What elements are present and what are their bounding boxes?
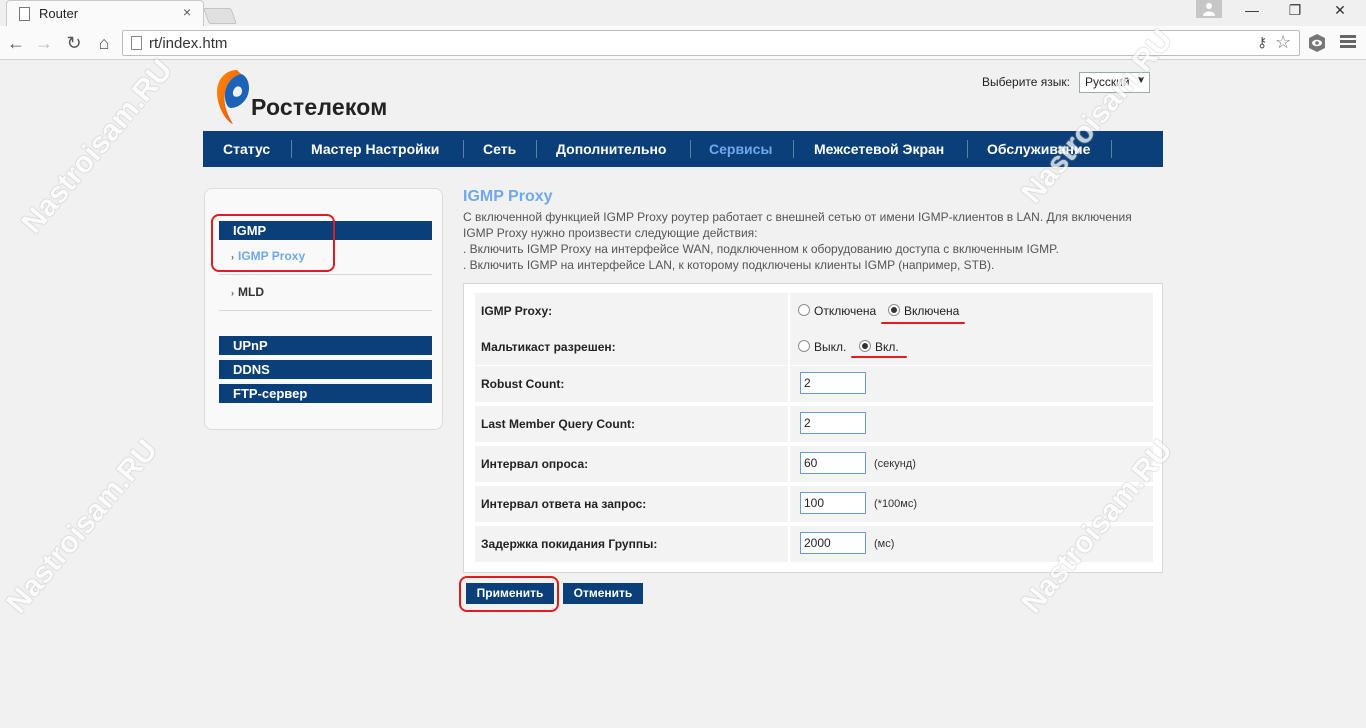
- restore-button[interactable]: ❐: [1275, 2, 1315, 22]
- nav-separator: [690, 140, 691, 158]
- description-line: . Включить IGMP Proxy на интерфейсе WAN,…: [463, 242, 1059, 256]
- highlight-frame: [211, 214, 335, 272]
- window-close-button[interactable]: ✕: [1320, 2, 1360, 22]
- page-icon: [19, 7, 30, 21]
- back-icon[interactable]: ←: [4, 31, 28, 55]
- radio-label: Выкл.: [814, 340, 847, 354]
- nav-firewall[interactable]: Межсетевой Экран: [814, 131, 944, 167]
- new-tab-button[interactable]: [203, 8, 237, 24]
- field-value-cell: Отключена Включена: [788, 293, 1153, 329]
- field-label: Robust Count:: [481, 377, 565, 391]
- unit-label: (мс): [874, 538, 895, 550]
- unit-label: (секунд): [874, 458, 916, 470]
- minimize-button[interactable]: —: [1232, 2, 1272, 22]
- url-text[interactable]: rt/index.htm: [149, 35, 227, 52]
- description-line: IGMP Proxy нужно произвести следующие де…: [463, 226, 758, 240]
- nav-separator: [793, 140, 794, 158]
- field-value-cell: 2: [788, 366, 1153, 402]
- nav-separator: [1111, 140, 1112, 158]
- form-row-query-interval: Интервал опроса: 60 (секунд): [475, 446, 1153, 482]
- description-line: С включенной функцией IGMP Proxy роутер …: [463, 210, 1132, 224]
- radio-icon[interactable]: [798, 304, 810, 316]
- radio-label: Отключена: [814, 304, 877, 318]
- radio-label: Вкл.: [875, 340, 899, 354]
- igmp-settings-form: IGMP Proxy: Отключена Включена Мальтикас…: [463, 283, 1163, 573]
- query-interval-input[interactable]: 60: [800, 452, 866, 474]
- watermark: Nastroisam.RU: [15, 53, 179, 240]
- nav-status[interactable]: Статус: [223, 131, 270, 167]
- radio-label: Включена: [904, 304, 960, 318]
- form-row-igmp-proxy: IGMP Proxy: Отключена Включена: [475, 293, 1153, 329]
- field-label: IGMP Proxy:: [481, 304, 553, 318]
- igmp-proxy-on-radio[interactable]: Включена: [888, 304, 959, 318]
- field-label: Задержка покидания Группы:: [481, 537, 658, 551]
- field-value-cell: 2: [788, 406, 1153, 442]
- menu-icon[interactable]: [1338, 33, 1358, 53]
- user-icon[interactable]: [1196, 0, 1222, 18]
- tab-title: Router: [39, 6, 79, 21]
- nav-separator: [536, 140, 537, 158]
- reload-icon[interactable]: ↻: [62, 31, 86, 55]
- field-label: Мальтикаст разрешен:: [481, 340, 616, 354]
- nav-separator: [967, 140, 968, 158]
- description-line: . Включить IGMP на интерфейсе LAN, к кот…: [463, 258, 995, 272]
- radio-checked-icon[interactable]: [888, 304, 900, 316]
- form-row-robust-count: Robust Count: 2: [475, 366, 1153, 402]
- browser-tab-bar: Router × — ❐ ✕: [0, 0, 1366, 26]
- nav-network[interactable]: Сеть: [483, 131, 516, 167]
- nav-separator: [463, 140, 464, 158]
- close-icon[interactable]: ×: [183, 4, 191, 20]
- highlight-underline: [881, 322, 965, 324]
- unit-label: (*100мс): [874, 498, 918, 510]
- field-label: Last Member Query Count:: [481, 417, 636, 431]
- sidebar-item-mld[interactable]: › MLD: [231, 285, 264, 299]
- sidebar-item-ddns[interactable]: DDNS: [219, 360, 432, 379]
- multicast-on-radio[interactable]: Вкл.: [859, 340, 899, 354]
- multicast-off-radio[interactable]: Выкл.: [798, 340, 846, 354]
- sidebar-item-upnp[interactable]: UPnP: [219, 336, 432, 355]
- form-row-multicast: Мальтикаст разрешен: Выкл. Вкл.: [475, 329, 1153, 365]
- field-value-cell: 60 (секунд): [788, 446, 1153, 482]
- home-icon[interactable]: ⌂: [92, 31, 116, 55]
- logo-text: Ростелеком: [251, 94, 388, 120]
- highlight-frame: [459, 576, 559, 612]
- form-row-response-interval: Интервал ответа на запрос: 100 (*100мс): [475, 486, 1153, 522]
- field-label: Интервал опроса:: [481, 457, 589, 471]
- bookmark-star-icon[interactable]: ☆: [1275, 32, 1291, 53]
- bullet-icon: ›: [231, 288, 234, 298]
- forward-icon[interactable]: →: [32, 31, 56, 55]
- nav-advanced[interactable]: Дополнительно: [556, 131, 666, 167]
- form-row-last-member: Last Member Query Count: 2: [475, 406, 1153, 442]
- robust-count-input[interactable]: 2: [800, 372, 866, 394]
- sidebar-item-label: MLD: [238, 285, 264, 299]
- watermark: Nastroisam.RU: [0, 433, 164, 620]
- group-leave-delay-input[interactable]: 2000: [800, 532, 866, 554]
- main-nav: Статус Мастер Настройки Сеть Дополнитель…: [203, 131, 1163, 167]
- page-icon: [131, 36, 142, 50]
- key-icon[interactable]: ⚷: [1257, 34, 1267, 51]
- rostelecom-logo: Ростелеком: [215, 68, 415, 128]
- last-member-query-input[interactable]: 2: [800, 412, 866, 434]
- radio-checked-icon[interactable]: [859, 340, 871, 352]
- nav-setup-wizard[interactable]: Мастер Настройки: [311, 131, 439, 167]
- divider: [219, 310, 432, 311]
- field-value-cell: Выкл. Вкл.: [788, 329, 1153, 365]
- divider: [219, 274, 432, 275]
- browser-tab[interactable]: Router ×: [6, 0, 204, 26]
- nav-separator: [291, 140, 292, 158]
- cancel-button[interactable]: Отменить: [563, 583, 643, 604]
- field-label: Интервал ответа на запрос:: [481, 497, 647, 511]
- sidebar-item-ftp[interactable]: FTP-сервер: [219, 384, 432, 403]
- response-interval-input[interactable]: 100: [800, 492, 866, 514]
- language-label: Выберите язык:: [982, 75, 1070, 89]
- address-bar[interactable]: rt/index.htm ⚷ ☆: [122, 30, 1300, 56]
- igmp-proxy-off-radio[interactable]: Отключена: [798, 304, 876, 318]
- page-title: IGMP Proxy: [463, 188, 553, 205]
- highlight-underline: [851, 356, 907, 358]
- extension-eye-icon[interactable]: [1306, 32, 1328, 54]
- radio-icon[interactable]: [798, 340, 810, 352]
- nav-services[interactable]: Сервисы: [709, 131, 772, 167]
